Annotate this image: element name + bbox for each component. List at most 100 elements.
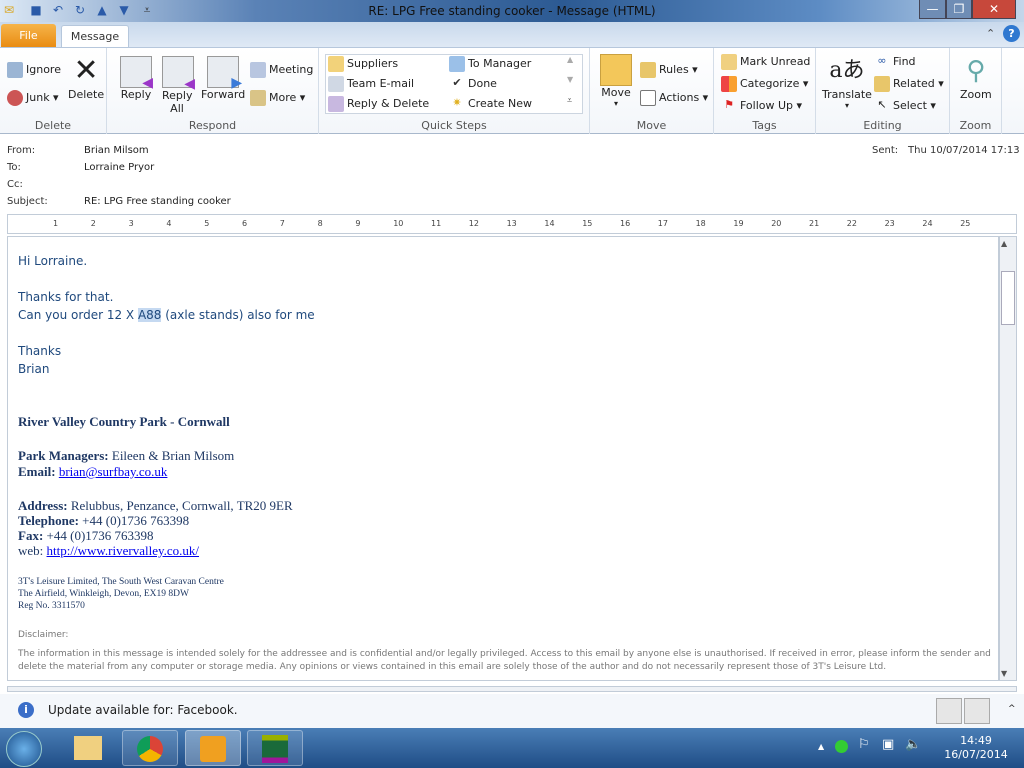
ruler-number: 14 xyxy=(544,219,555,228)
ruler-number: 10 xyxy=(393,219,404,228)
categorize-icon xyxy=(721,76,737,92)
close-button[interactable]: ✕ xyxy=(972,0,1016,19)
binoculars-icon: ∞ xyxy=(877,54,887,67)
chrome-taskbar-button[interactable] xyxy=(122,730,178,766)
group-label: Editing xyxy=(863,119,902,132)
group-label: Zoom xyxy=(959,119,992,132)
follow-up-button[interactable]: ⚑ Follow Up ▾ xyxy=(721,98,802,114)
more-button[interactable]: More ▾ xyxy=(250,90,305,106)
quick-steps-scroll-down[interactable]: ▼ xyxy=(567,75,573,84)
rules-icon xyxy=(640,62,656,78)
status-green-icon[interactable] xyxy=(835,740,848,753)
translate-icon: aあ xyxy=(829,58,865,83)
actions-button[interactable]: Actions ▾ xyxy=(640,90,708,106)
more-icon xyxy=(250,90,266,106)
action-center-flag-icon[interactable]: ⚐ xyxy=(858,737,870,752)
outlook-taskbar-button[interactable] xyxy=(185,730,241,766)
contact-photo-icon[interactable] xyxy=(964,698,990,724)
subject-value: RE: LPG Free standing cooker xyxy=(84,196,231,207)
flag-icon: ⚑ xyxy=(724,98,734,111)
show-hidden-icons[interactable]: ▲ xyxy=(818,742,824,751)
reply-all-icon: ◀ xyxy=(162,56,195,91)
message-body[interactable]: Hi Lorraine. Thanks for that. Can you or… xyxy=(7,236,999,681)
zoom-button[interactable]: ⚲ Zoom xyxy=(960,54,992,101)
respond-group: ◀ Reply ◀ Reply All ▶ Forward Meeting More … xyxy=(107,48,319,134)
web-link[interactable]: http://www.rivervalley.co.uk/ xyxy=(47,543,199,558)
tab-message[interactable]: Message xyxy=(61,25,129,48)
quick-steps-scroll-up[interactable]: ▲ xyxy=(567,55,573,64)
ignore-button[interactable]: Ignore xyxy=(7,62,61,78)
cursor-icon: ↖ xyxy=(877,98,887,111)
forward-mail-icon xyxy=(449,56,465,72)
email-link[interactable]: brian@surfbay.co.uk xyxy=(59,464,168,479)
team-mail-icon xyxy=(328,76,344,92)
people-pane-splitter[interactable] xyxy=(7,686,1017,692)
translate-button[interactable]: aあ Translate ▾ xyxy=(822,54,872,110)
network-icon[interactable]: ▣ xyxy=(882,737,894,752)
quick-step-to-manager[interactable]: To Manager xyxy=(449,56,531,72)
window-title: RE: LPG Free standing cooker - Message (… xyxy=(368,4,656,18)
help-icon[interactable]: ? xyxy=(1003,25,1020,42)
to-value[interactable]: Lorraine Pryor xyxy=(84,162,154,173)
group-label: Move xyxy=(636,119,667,132)
quick-step-reply-delete[interactable]: Reply & Delete xyxy=(328,96,429,112)
volume-icon[interactable]: 🔈 xyxy=(905,737,921,752)
restore-button[interactable]: ❐ xyxy=(946,0,972,19)
ruler-number: 22 xyxy=(846,219,857,228)
junk-icon xyxy=(7,90,23,106)
outlook-icon xyxy=(200,736,226,762)
ruler-number: 17 xyxy=(657,219,668,228)
quick-steps-group: Suppliers To Manager Team E-mail ✔ Done R… xyxy=(319,48,590,134)
ruler-number: 13 xyxy=(506,219,517,228)
quick-step-create-new[interactable]: ✷ Create New xyxy=(449,96,532,112)
expand-people-pane-icon[interactable]: ^ xyxy=(1008,704,1016,714)
update-notice[interactable]: Update available for: Facebook. xyxy=(48,703,238,717)
scroll-thumb[interactable] xyxy=(1001,271,1015,325)
minimize-button[interactable]: — xyxy=(919,0,946,19)
ruler: 1 2 3 4 5 6 7 8 9 10 11 12 13 14 15 16 17 18 19 20 21 22 23 24 2… xyxy=(7,214,1017,234)
reply-delete-icon xyxy=(328,96,344,112)
delete-button[interactable]: ✕ Delete xyxy=(68,53,104,102)
reply-button[interactable]: ◀ Reply xyxy=(120,56,153,101)
scroll-down-arrow[interactable]: ▼ xyxy=(1001,669,1007,678)
quick-step-suppliers[interactable]: Suppliers xyxy=(328,56,398,72)
ribbon-tabs: ⌃ ? xyxy=(0,22,1024,47)
scroll-up-arrow[interactable]: ▲ xyxy=(1001,239,1007,248)
find-button[interactable]: ∞ Find xyxy=(874,54,915,70)
reply-icon: ◀ xyxy=(120,56,153,91)
contact-photo-icon[interactable] xyxy=(936,698,962,724)
delete-x-icon: ✕ xyxy=(73,53,99,88)
start-button[interactable] xyxy=(6,731,42,767)
forward-button[interactable]: ▶ Forward xyxy=(201,56,245,101)
related-button[interactable]: Related ▾ xyxy=(874,76,944,92)
ruler-number: 4 xyxy=(166,219,172,228)
quick-step-done[interactable]: ✔ Done xyxy=(449,76,497,92)
sage-taskbar-button[interactable] xyxy=(247,730,303,766)
sent-value: Thu 10/07/2014 17:13 xyxy=(908,145,1020,156)
ruler-number: 21 xyxy=(809,219,820,228)
create-new-icon: ✷ xyxy=(452,96,462,109)
checkmark-icon: ✔ xyxy=(452,76,462,89)
meeting-button[interactable]: Meeting xyxy=(250,62,313,78)
select-button[interactable]: ↖ Select ▾ xyxy=(874,98,936,114)
tab-file[interactable]: File xyxy=(1,24,56,47)
junk-button[interactable]: Junk ▾ xyxy=(7,90,59,106)
explorer-taskbar-button[interactable] xyxy=(60,730,116,766)
reply-all-button[interactable]: ◀ Reply All xyxy=(162,56,195,115)
vertical-scrollbar[interactable]: ▲ ▼ xyxy=(999,236,1017,681)
delete-group: Ignore Junk ▾ ✕ Delete Delete xyxy=(0,48,107,134)
magnifier-icon: ⚲ xyxy=(966,56,986,86)
group-label: Delete xyxy=(34,119,72,132)
move-button[interactable]: Move ▾ xyxy=(600,54,632,108)
categorize-button[interactable]: Categorize ▾ xyxy=(721,76,808,92)
mark-unread-button[interactable]: Mark Unread xyxy=(721,54,810,70)
rules-button[interactable]: Rules ▾ xyxy=(640,62,698,78)
collapse-ribbon-icon[interactable]: ⌃ xyxy=(986,27,995,40)
editing-group: aあ Translate ▾ ∞ Find Related ▾ ↖ Select ▾ E… xyxy=(816,48,950,134)
chrome-icon xyxy=(137,736,163,762)
quick-steps-expand[interactable]: ⩡ xyxy=(567,96,572,106)
ignore-icon xyxy=(7,62,23,78)
clock[interactable]: 14:49 16/07/2014 xyxy=(936,734,1016,762)
quick-step-team-email[interactable]: Team E-mail xyxy=(328,76,414,92)
from-value[interactable]: Brian Milsom xyxy=(84,145,149,156)
